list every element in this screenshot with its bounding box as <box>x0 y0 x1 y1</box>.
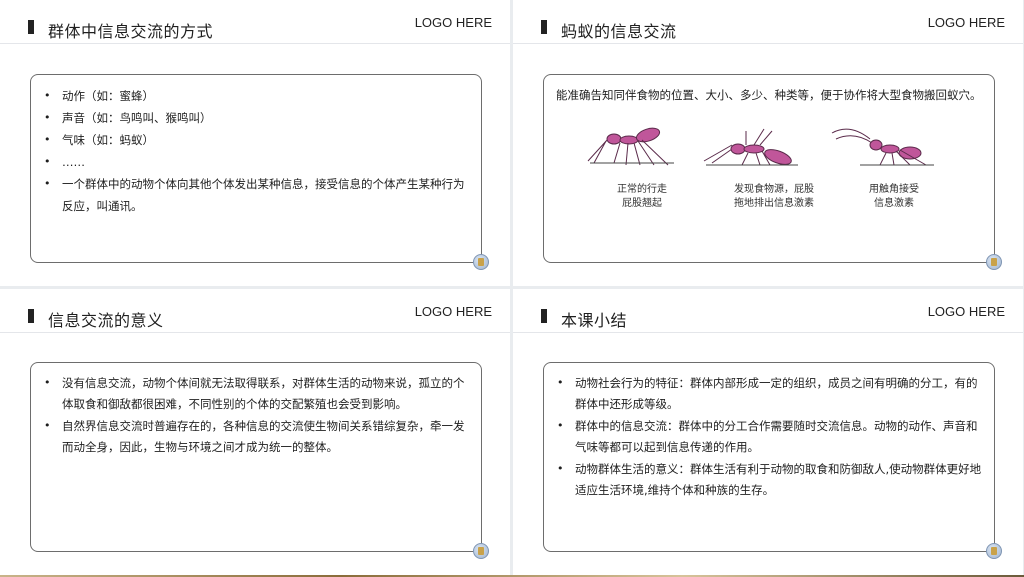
slide-title: 蚂蚁的信息交流 <box>561 22 677 41</box>
bullet-item: 自然界信息交流时普遍存在的，各种信息的交流使生物间关系错综复杂，牵一发而动全身，… <box>42 416 471 457</box>
bullet-list: 没有信息交流，动物个体间就无法取得联系，对群体生活的动物来说，孤立的个体取食和御… <box>42 373 471 457</box>
caption-line: 用触角接受 <box>869 184 919 195</box>
ant-antenna-icon <box>831 128 934 166</box>
slide-title: 群体中信息交流的方式 <box>48 22 214 41</box>
title-marker <box>28 20 34 34</box>
title-marker <box>541 309 547 323</box>
ant-caption-3: 用触角接受 信息激素 <box>844 183 944 211</box>
caption-line: 屁股翘起 <box>622 198 662 209</box>
content-box[interactable]: 动作（如：蜜蜂） 声音（如：鸟鸣叫、猴鸣叫） 气味（如：蚂蚁） …… 一个群体中… <box>30 74 489 270</box>
bullet-item: 群体中的信息交流：群体中的分工合作需要随时交流信息。动物的动作、声音和气味等都可… <box>555 416 984 457</box>
slide-title: 信息交流的意义 <box>48 311 164 330</box>
header-divider <box>0 43 510 44</box>
pushpin-icon[interactable] <box>473 543 489 559</box>
content-box[interactable]: 动物社会行为的特征：群体内部形成一定的组织，成员之间有明确的分工，有的群体中还形… <box>543 362 1002 559</box>
logo-placeholder: LOGO HERE <box>414 304 492 319</box>
logo-placeholder: LOGO HERE <box>414 15 492 30</box>
ant-dragging-icon <box>703 128 798 166</box>
header-divider <box>513 43 1023 44</box>
title-marker <box>541 20 547 34</box>
ant-walking-icon <box>587 127 674 166</box>
bullet-item: 一个群体中的动物个体向其他个体发出某种信息，接受信息的个体产生某种行为反应，叫通… <box>42 173 471 217</box>
bullet-item: 动物社会行为的特征：群体内部形成一定的组织，成员之间有明确的分工，有的群体中还形… <box>555 373 984 414</box>
bullet-item: 声音（如：鸟鸣叫、猴鸣叫） <box>42 107 471 129</box>
pushpin-icon[interactable] <box>986 543 1002 559</box>
bullet-item: …… <box>42 151 471 173</box>
ant-caption-1: 正常的行走 屁股翘起 <box>592 183 692 211</box>
header-divider <box>0 332 510 333</box>
slide-2[interactable]: 蚂蚁的信息交流 LOGO HERE 能准确告知同伴食物的位置、大小、多少、种类等… <box>513 0 1023 286</box>
bullet-item: 动物群体生活的意义：群体生活有利于动物的取食和防御敌人,使动物群体更好地适应生活… <box>555 459 984 500</box>
logo-placeholder: LOGO HERE <box>927 15 1005 30</box>
caption-line: 正常的行走 <box>617 184 667 195</box>
content-box[interactable]: 没有信息交流，动物个体间就无法取得联系，对群体生活的动物来说，孤立的个体取食和御… <box>30 362 489 559</box>
caption-line: 发现食物源，屁股 <box>734 184 814 195</box>
bullet-list: 动作（如：蜜蜂） 声音（如：鸟鸣叫、猴鸣叫） 气味（如：蚂蚁） …… 一个群体中… <box>42 85 471 217</box>
logo-placeholder: LOGO HERE <box>927 304 1005 319</box>
slide-title: 本课小结 <box>561 311 628 330</box>
pushpin-icon[interactable] <box>473 254 489 270</box>
bullet-item: 动作（如：蜜蜂） <box>42 85 471 107</box>
ant-description: 能准确告知同伴食物的位置、大小、多少、种类等，便于协作将大型食物搬回蚁穴。 <box>556 88 982 102</box>
bullet-item: 没有信息交流，动物个体间就无法取得联系，对群体生活的动物来说，孤立的个体取食和御… <box>42 373 471 414</box>
caption-line: 拖地排出信息激素 <box>734 198 814 209</box>
bullet-list: 动物社会行为的特征：群体内部形成一定的组织，成员之间有明确的分工，有的群体中还形… <box>555 373 984 500</box>
header-divider <box>513 332 1023 333</box>
title-marker <box>28 309 34 323</box>
slide-4[interactable]: 本课小结 LOGO HERE 动物社会行为的特征：群体内部形成一定的组织，成员之… <box>513 289 1023 575</box>
ant-illustration <box>587 127 934 166</box>
bullet-item: 气味（如：蚂蚁） <box>42 129 471 151</box>
slide-1[interactable]: 群体中信息交流的方式 LOGO HERE 动作（如：蜜蜂） 声音（如：鸟鸣叫、猴… <box>0 0 510 286</box>
pushpin-icon[interactable] <box>986 254 1002 270</box>
caption-line: 信息激素 <box>874 198 914 209</box>
ant-caption-2: 发现食物源，屁股 拖地排出信息激素 <box>724 183 824 211</box>
slide-3[interactable]: 信息交流的意义 LOGO HERE 没有信息交流，动物个体间就无法取得联系，对群… <box>0 289 510 575</box>
content-box[interactable]: 能准确告知同伴食物的位置、大小、多少、种类等，便于协作将大型食物搬回蚁穴。 正常… <box>543 74 1002 270</box>
